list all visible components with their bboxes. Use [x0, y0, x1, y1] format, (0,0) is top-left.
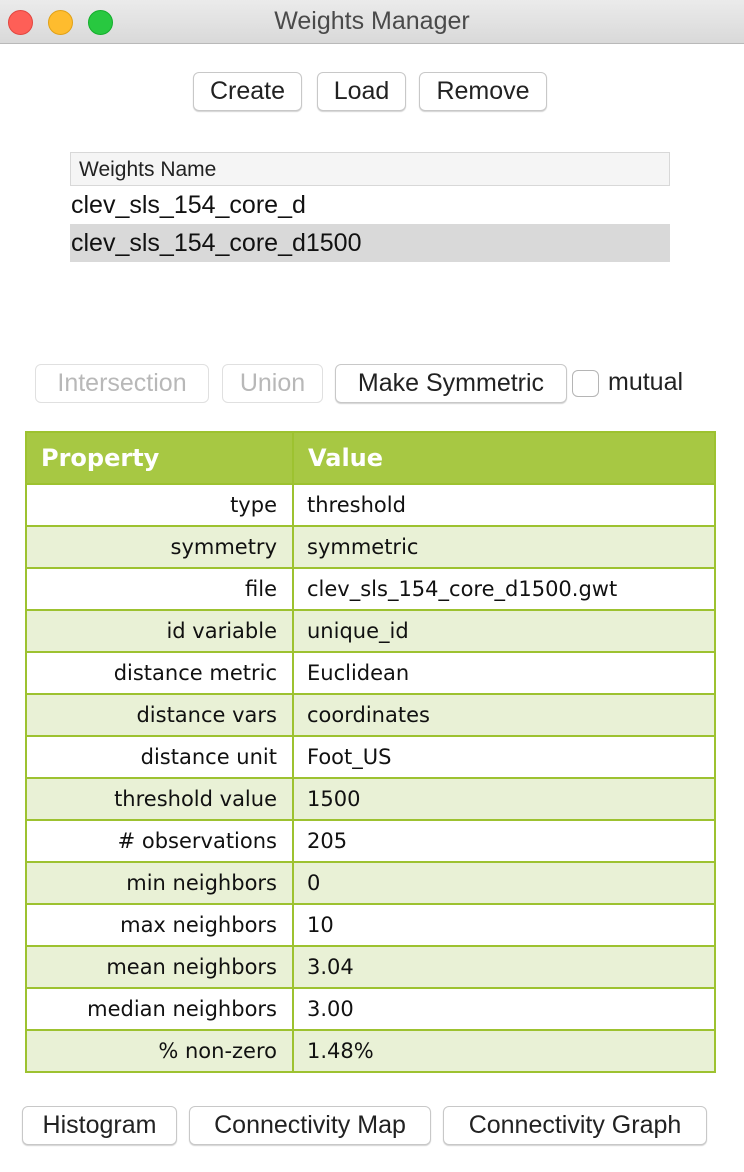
make-symmetric-button[interactable]: Make Symmetric	[335, 364, 567, 403]
property-value: symmetric	[292, 525, 716, 569]
property-value: 3.00	[292, 987, 716, 1031]
property-value: 1.48%	[292, 1029, 716, 1073]
table-row: median neighbors 3.00	[25, 987, 716, 1031]
property-key: distance vars	[25, 693, 294, 737]
title-bar: Weights Manager	[0, 0, 744, 44]
mutual-checkbox-label: mutual	[608, 368, 684, 396]
property-value: coordinates	[292, 693, 716, 737]
table-row: distance unit Foot_US	[25, 735, 716, 779]
property-column-header: Property	[25, 431, 294, 485]
property-key: % non-zero	[25, 1029, 294, 1073]
histogram-button[interactable]: Histogram	[22, 1106, 177, 1145]
table-row: distance metric Euclidean	[25, 651, 716, 695]
property-value: 0	[292, 861, 716, 905]
intersection-button[interactable]: Intersection	[35, 364, 209, 403]
property-value: Foot_US	[292, 735, 716, 779]
table-row: max neighbors 10	[25, 903, 716, 947]
value-column-header: Value	[292, 431, 716, 485]
weights-name-column-header[interactable]: Weights Name	[70, 152, 670, 186]
window-title: Weights Manager	[274, 7, 470, 35]
table-row: file clev_sls_154_core_d1500.gwt	[25, 567, 716, 611]
properties-table: Property Value type threshold symmetry sym…	[25, 431, 716, 1073]
property-value: 205	[292, 819, 716, 863]
property-key: # observations	[25, 819, 294, 863]
table-row: mean neighbors 3.04	[25, 945, 716, 989]
property-key: distance metric	[25, 651, 294, 695]
property-key: threshold value	[25, 777, 294, 821]
property-value: threshold	[292, 483, 716, 527]
remove-button[interactable]: Remove	[419, 72, 547, 111]
property-key: id variable	[25, 609, 294, 653]
table-row: type threshold	[25, 483, 716, 527]
connectivity-map-button[interactable]: Connectivity Map	[189, 1106, 431, 1145]
property-key: median neighbors	[25, 987, 294, 1031]
property-value: 3.04	[292, 945, 716, 989]
property-value: Euclidean	[292, 651, 716, 695]
create-button[interactable]: Create	[193, 72, 302, 111]
weights-list-item-selected[interactable]: clev_sls_154_core_d1500	[70, 224, 670, 262]
property-key: type	[25, 483, 294, 527]
properties-header-row: Property Value	[25, 431, 716, 485]
property-value: 1500	[292, 777, 716, 821]
mutual-checkbox[interactable]	[572, 370, 599, 397]
table-row: id variable unique_id	[25, 609, 716, 653]
property-value: clev_sls_154_core_d1500.gwt	[292, 567, 716, 611]
property-key: file	[25, 567, 294, 611]
property-key: mean neighbors	[25, 945, 294, 989]
table-row: # observations 205	[25, 819, 716, 863]
property-value: 10	[292, 903, 716, 947]
table-row: distance vars coordinates	[25, 693, 716, 737]
table-row: % non-zero 1.48%	[25, 1029, 716, 1073]
load-button[interactable]: Load	[317, 72, 406, 111]
union-button[interactable]: Union	[222, 364, 323, 403]
property-value: unique_id	[292, 609, 716, 653]
weights-list[interactable]: Weights Name clev_sls_154_core_d clev_sl…	[70, 152, 670, 262]
property-key: symmetry	[25, 525, 294, 569]
property-key: min neighbors	[25, 861, 294, 905]
connectivity-graph-button[interactable]: Connectivity Graph	[443, 1106, 707, 1145]
table-row: min neighbors 0	[25, 861, 716, 905]
weights-list-item[interactable]: clev_sls_154_core_d	[70, 186, 670, 224]
table-row: symmetry symmetric	[25, 525, 716, 569]
table-row: threshold value 1500	[25, 777, 716, 821]
property-key: distance unit	[25, 735, 294, 779]
property-key: max neighbors	[25, 903, 294, 947]
